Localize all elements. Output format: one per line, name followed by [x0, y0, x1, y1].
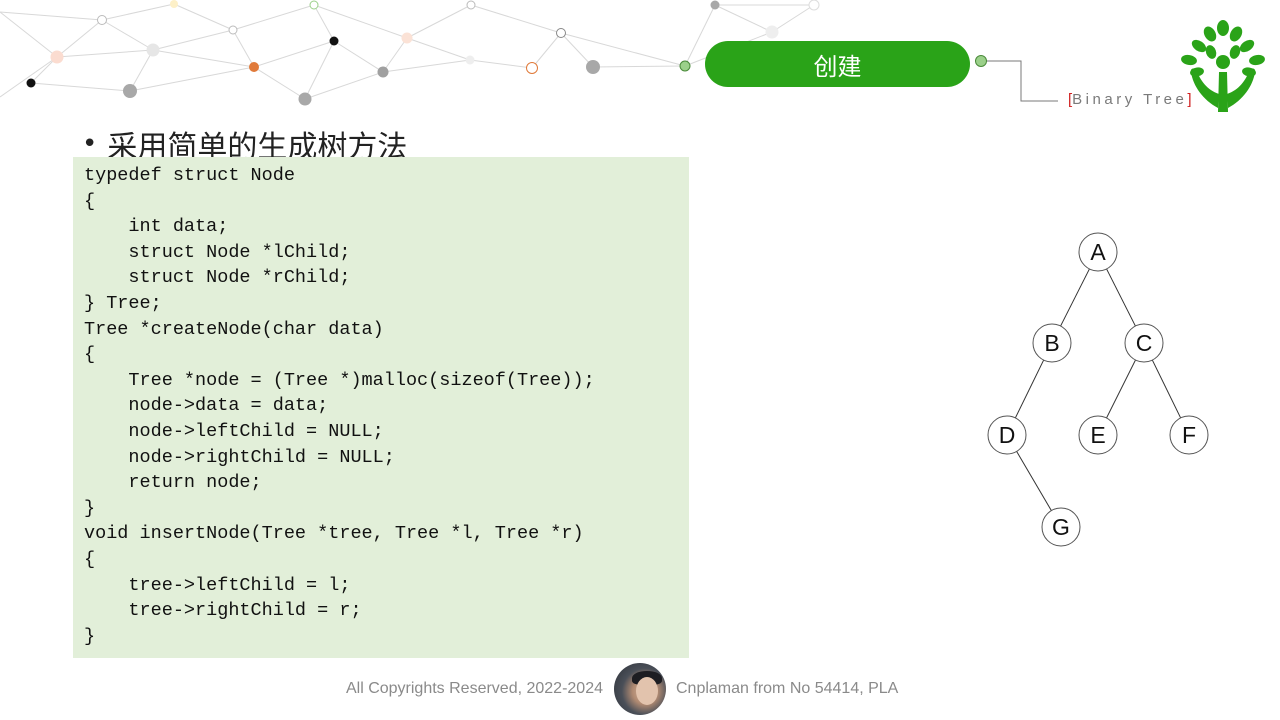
code-line: struct Node *lChild;	[84, 241, 351, 263]
tree-node-label-A: A	[1090, 239, 1106, 265]
tree-node-label-G: G	[1052, 514, 1070, 540]
code-line: node->leftChild = NULL;	[84, 420, 384, 442]
tree-hands-icon	[1181, 20, 1265, 112]
code-line: {	[84, 548, 96, 570]
code-line: tree->leftChild = l;	[84, 574, 351, 596]
code-line: return node;	[84, 472, 262, 494]
tree-edge-D-G	[1016, 451, 1052, 511]
tree-node-label-E: E	[1090, 422, 1105, 448]
tree-edge-C-F	[1151, 359, 1182, 419]
tree-node-label-B: B	[1044, 330, 1059, 356]
code-line: }	[84, 625, 96, 647]
code-line: }	[84, 497, 96, 519]
code-line: typedef struct Node	[84, 165, 295, 186]
code-line: {	[84, 344, 96, 366]
slide-title: 创建	[705, 41, 970, 87]
code-line: Tree *createNode(char data)	[84, 318, 384, 340]
code-text: typedef struct Node { int data; struct N…	[84, 163, 595, 649]
code-line: } Tree;	[84, 292, 162, 314]
slide-title-text: 创建	[813, 52, 862, 81]
author-avatar	[614, 663, 666, 715]
code-block: typedef struct Node { int data; struct N…	[73, 157, 689, 658]
subtitle-text: Binary Tree	[1072, 91, 1188, 108]
code-line: node->rightChild = NULL;	[84, 446, 395, 468]
code-line: node->data = data;	[84, 395, 329, 417]
code-line: tree->rightChild = r;	[84, 600, 362, 622]
code-line: void insertNode(Tree *tree, Tree *l, Tre…	[84, 523, 584, 545]
code-line: Tree *node = (Tree *)malloc(sizeof(Tree)…	[84, 369, 595, 391]
code-line: {	[84, 190, 96, 212]
tree-edge-B-D	[1014, 359, 1045, 419]
footer-author: Cnplaman from No 54414, PLA	[676, 680, 899, 697]
code-line: int data;	[84, 216, 229, 238]
tree-node-label-D: D	[999, 422, 1016, 448]
bullet-point: •	[82, 129, 98, 159]
tree-node-label-F: F	[1182, 422, 1196, 448]
tree-node-label-C: C	[1136, 330, 1153, 356]
tree-edge-A-B	[1060, 268, 1090, 327]
binary-tree-diagram: A B C D E F G	[987, 232, 1209, 547]
subtitle-binary-tree: [Binary Tree]	[1068, 91, 1192, 108]
code-line: struct Node *rChild;	[84, 267, 351, 289]
footer-copyright: All Copyrights Reserved, 2022-2024	[345, 680, 603, 697]
tree-edge-A-C	[1106, 268, 1136, 327]
tree-edge-C-E	[1106, 359, 1136, 419]
